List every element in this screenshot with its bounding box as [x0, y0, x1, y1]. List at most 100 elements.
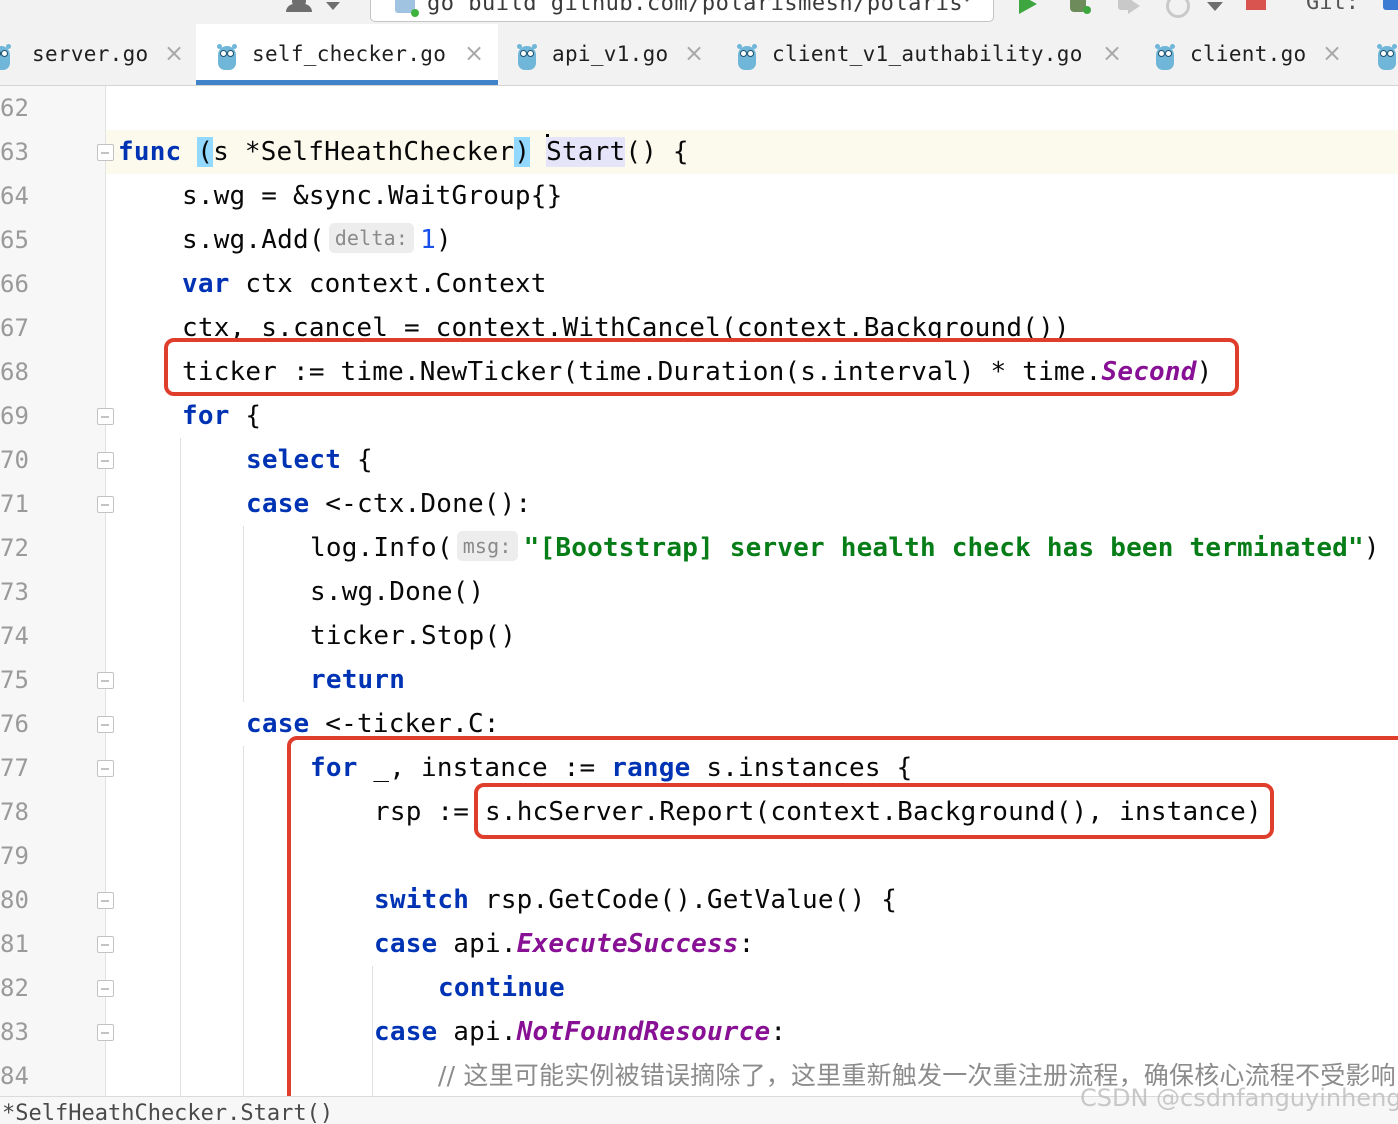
line-number: 68: [0, 358, 29, 386]
code-line-70[interactable]: select {: [118, 438, 373, 482]
code-text: s.wg.Add(: [182, 225, 325, 255]
code-line-72[interactable]: log.Info(msg: "[Bootstrap] server health …: [118, 526, 1380, 570]
fold-icon[interactable]: [97, 144, 114, 161]
go-build-icon: [395, 0, 419, 17]
code-line-64[interactable]: s.wg = &sync.WaitGroup{}: [118, 174, 562, 218]
close-icon[interactable]: ×: [1322, 39, 1342, 67]
line-number: 66: [0, 270, 29, 298]
fold-icon[interactable]: [97, 892, 114, 909]
fold-icon[interactable]: [97, 1024, 114, 1041]
fold-icon[interactable]: [97, 672, 114, 689]
parameter-hint: delta:: [328, 223, 415, 253]
code-text: ): [436, 225, 452, 255]
code-line-65[interactable]: s.wg.Add(delta: 1): [118, 218, 452, 262]
code-line-71[interactable]: case <-ctx.Done():: [118, 482, 531, 526]
go-file-icon: [1154, 44, 1176, 72]
parameter-hint: msg:: [456, 531, 518, 561]
stop-icon[interactable]: [1246, 0, 1268, 16]
line-number: 83: [0, 1018, 29, 1046]
number-literal: 1: [420, 225, 436, 255]
go-file-icon: [216, 44, 238, 72]
watermark: CSDN @csdnfanguyinheng: [1080, 1084, 1398, 1112]
line-number: 67: [0, 314, 29, 342]
line-number: 65: [0, 226, 29, 254]
profile-icon[interactable]: [1162, 0, 1192, 18]
editor-tab-bar: server.go × self_checker.go × api_v1.go …: [0, 24, 1398, 86]
tab-self-checker-go[interactable]: self_checker.go ×: [196, 24, 498, 85]
code-text: <-ctx.Done():: [309, 489, 532, 519]
code-text: {: [341, 445, 373, 475]
code-text: <-ticker.C:: [309, 709, 500, 739]
go-file-icon: [736, 44, 758, 72]
code-text: ctx context.Context: [229, 269, 547, 299]
go-file-icon: [516, 44, 538, 72]
chevron-down-icon[interactable]: [326, 2, 340, 10]
line-number: 69: [0, 402, 29, 430]
paren-match: (: [197, 137, 214, 167]
fold-icon[interactable]: [97, 408, 114, 425]
keyword: func: [118, 137, 182, 167]
code-text: ): [1363, 533, 1380, 563]
line-number: 72: [0, 534, 29, 562]
annotation-box-loop: [287, 736, 1398, 1096]
line-number: 84: [0, 1062, 29, 1090]
close-icon[interactable]: ×: [164, 39, 184, 67]
code-line-74[interactable]: ticker.Stop(): [118, 614, 516, 658]
keyword: for: [182, 401, 230, 431]
code-text: ticker.Stop(): [310, 621, 517, 651]
run-with-coverage-icon[interactable]: [1114, 0, 1144, 16]
fold-icon[interactable]: [97, 936, 114, 953]
go-file-icon: [0, 44, 12, 72]
chevron-down-icon: [959, 0, 975, 2]
debug-icon[interactable]: [1066, 0, 1094, 16]
fold-icon[interactable]: [97, 496, 114, 513]
line-number: 78: [0, 798, 29, 826]
keyword: var: [182, 269, 230, 299]
close-icon[interactable]: ×: [464, 39, 484, 67]
run-icon[interactable]: [1017, 0, 1039, 16]
close-icon[interactable]: ×: [684, 39, 704, 67]
line-number: 64: [0, 182, 29, 210]
keyword: case: [246, 709, 310, 739]
fold-icon[interactable]: [97, 452, 114, 469]
code-editor[interactable]: 62 63 64 65 66 67 68 69 70 71 72 73 74 7…: [0, 86, 1398, 1096]
tab-label: api_v1.go: [552, 42, 669, 66]
code-line-63[interactable]: func (s *SelfHeathChecker) Start() {: [118, 130, 689, 174]
fold-icon[interactable]: [97, 980, 114, 997]
run-configuration-select[interactable]: go build github.com/polarismesh/polaris: [370, 0, 994, 22]
line-number: 75: [0, 666, 29, 694]
code-line-73[interactable]: s.wg.Done(): [118, 570, 484, 614]
line-number: 63: [0, 138, 29, 166]
close-icon[interactable]: ×: [1102, 39, 1122, 67]
fold-icon[interactable]: [97, 760, 114, 777]
code-line-75[interactable]: return: [118, 658, 405, 702]
code-text: {: [229, 401, 262, 431]
code-text: log.Info(: [310, 533, 453, 563]
tab-server-go[interactable]: server.go ×: [0, 24, 190, 85]
line-number: 70: [0, 446, 29, 474]
tab-label: server.go: [32, 42, 149, 66]
tab-client-go[interactable]: client.go ×: [1138, 24, 1358, 85]
code-line-69[interactable]: for {: [118, 394, 261, 438]
keyword: select: [246, 445, 342, 475]
code-line-66[interactable]: var ctx context.Context: [118, 262, 547, 306]
line-number: 71: [0, 490, 29, 518]
tab-client-v1-authability-go[interactable]: client_v1_authability.go ×: [718, 24, 1138, 85]
line-number: 76: [0, 710, 29, 738]
paren-match: ): [514, 137, 531, 167]
chevron-down-icon[interactable]: [1207, 2, 1223, 11]
code-text: s.wg.Done(): [310, 577, 485, 607]
line-number: 80: [0, 886, 29, 914]
tab-label: client_v1_authability.go: [772, 42, 1083, 66]
tab-api-v1-go[interactable]: api_v1.go ×: [498, 24, 718, 85]
toolbar: go build github.com/polarismesh/polaris …: [0, 0, 1398, 24]
go-file-icon: [1376, 44, 1398, 72]
annotation-box-ticker: [164, 338, 1239, 396]
code-text: s.wg = &sync.WaitGroup{}: [182, 181, 563, 211]
keyword: return: [310, 665, 406, 695]
line-number: 77: [0, 754, 29, 782]
line-number: 62: [0, 94, 29, 122]
fold-icon[interactable]: [97, 716, 114, 733]
git-update-icon[interactable]: [1383, 0, 1398, 10]
user-icon[interactable]: [286, 0, 320, 16]
